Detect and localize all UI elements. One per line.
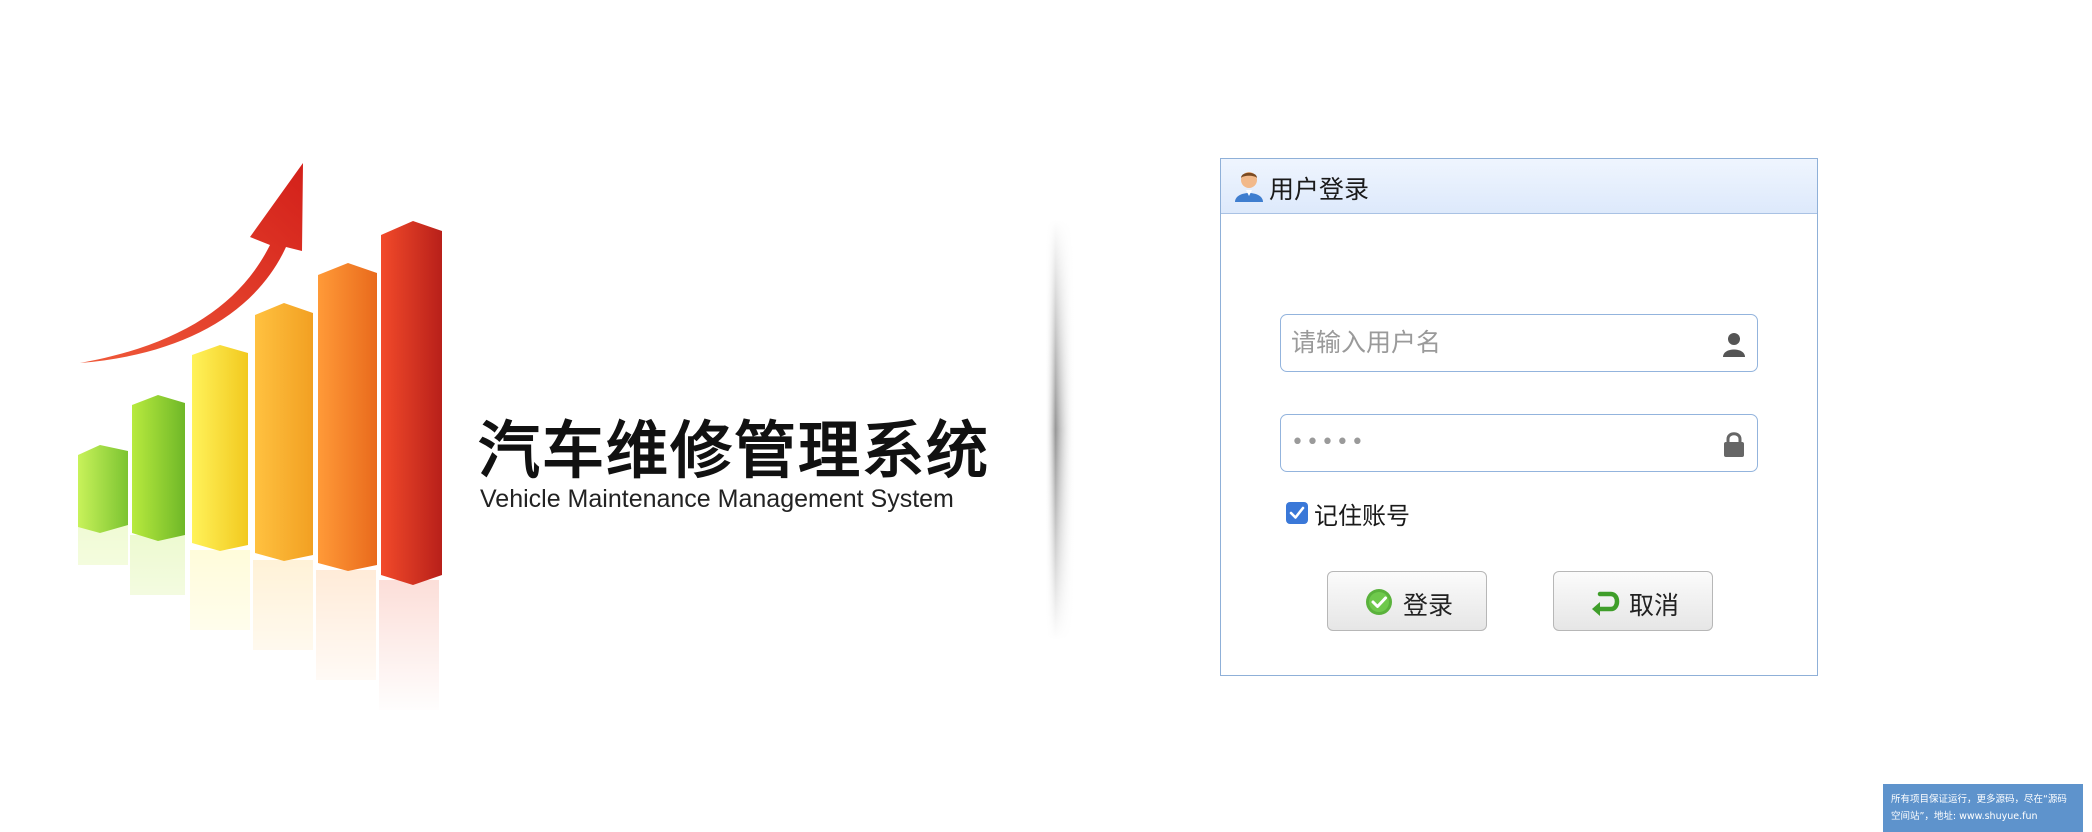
user-icon: [1723, 333, 1745, 357]
username-field[interactable]: [1280, 314, 1758, 372]
login-panel-title: 用户登录: [1269, 175, 1370, 204]
vertical-divider: [1040, 220, 1090, 640]
username-input[interactable]: [1291, 315, 1691, 370]
undo-arrow-icon: [1592, 591, 1620, 616]
source-notice-line2: 空间站”，地址: www.shuyue.fun: [1891, 811, 2038, 822]
rising-bar-chart-logo: [70, 163, 450, 715]
user-avatar-icon: [1235, 172, 1263, 202]
remember-checkbox[interactable]: [1286, 502, 1308, 524]
source-notice-line1: 所有项目保证运行，更多源码，尽在“源码: [1891, 794, 2067, 805]
checkmark-icon: [1289, 506, 1305, 519]
app-title-cn: 汽车维修管理系统: [478, 414, 991, 487]
cancel-button[interactable]: 取消: [1553, 571, 1713, 631]
source-notice: 所有项目保证运行，更多源码，尽在“源码 空间站”，地址: www.shuyue.…: [1883, 784, 2083, 832]
login-button-label: 登录: [1403, 591, 1454, 620]
cancel-button-label: 取消: [1629, 591, 1680, 620]
remember-label: 记住账号: [1314, 501, 1410, 530]
password-field[interactable]: [1280, 414, 1758, 472]
remember-account[interactable]: 记住账号: [1286, 497, 1410, 530]
login-button[interactable]: 登录: [1327, 571, 1487, 631]
login-panel-header: 用户登录: [1221, 159, 1817, 214]
password-input[interactable]: [1291, 415, 1691, 470]
login-panel: 用户登录 记住账号 登录: [1220, 158, 1818, 676]
app-title-en: Vehicle Maintenance Management System: [480, 485, 954, 513]
check-circle-icon: [1366, 589, 1392, 615]
lock-icon: [1724, 432, 1744, 457]
